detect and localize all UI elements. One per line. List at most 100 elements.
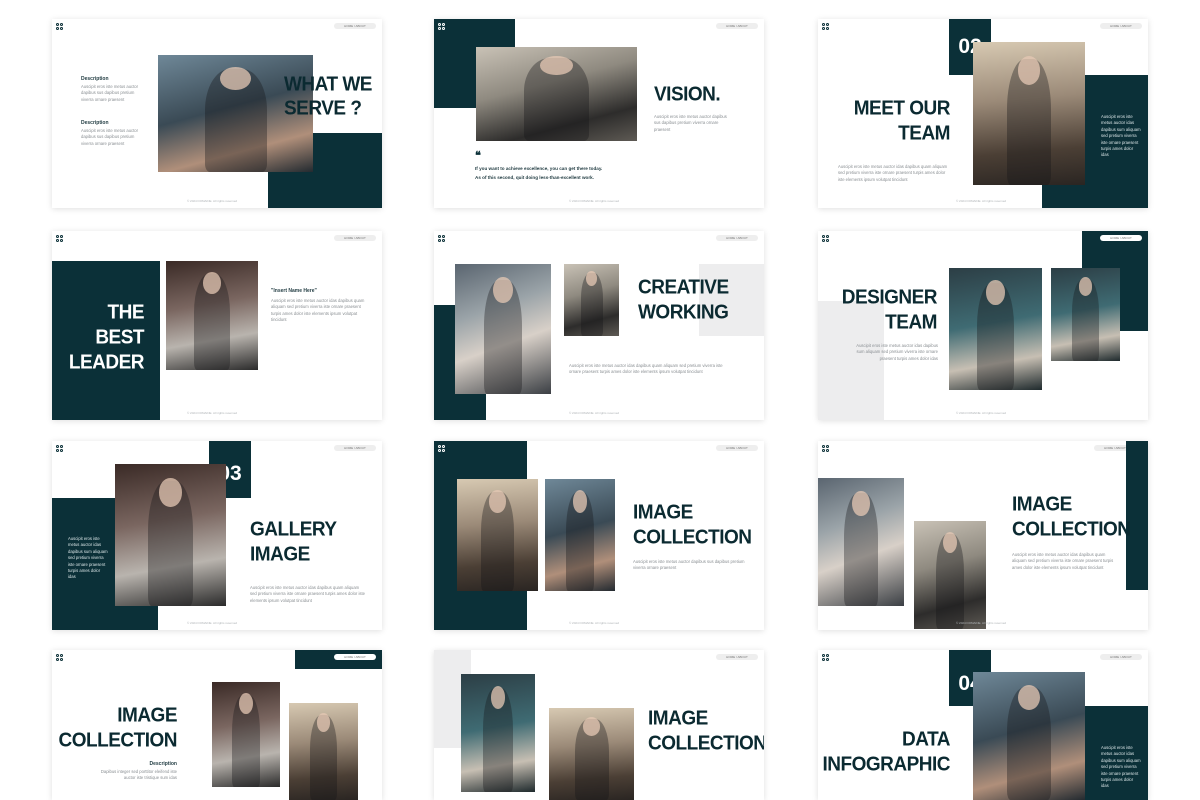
photo-woman-hat — [973, 672, 1085, 800]
photo-woman-blonde — [564, 264, 619, 336]
slide-title: COLLECTION — [633, 526, 752, 549]
quote-line: If you want to achieve excellence, you c… — [475, 166, 603, 171]
slide-title: LEADER — [68, 351, 145, 374]
desc-text: Dapibus integer sed porttitor eleifend i… — [100, 769, 177, 781]
slide-title: TEAM — [885, 311, 937, 334]
desc-text: Auscipit eros iste metus auctor dapibus … — [81, 128, 139, 146]
logo-icon — [438, 235, 446, 243]
slide-title: WHAT WE — [284, 73, 372, 96]
photo-woman-curly — [457, 479, 538, 591]
slide-title: DESIGNER — [841, 286, 938, 309]
nav-pill[interactable]: HOME / ABOUT — [1100, 235, 1142, 241]
quote-line: As of this second, quit doing less-than-… — [475, 175, 594, 180]
slide-title: IMAGE — [250, 543, 310, 566]
photo-woman-green-suit — [461, 674, 535, 792]
nav-pill[interactable]: HOME / ABOUT — [1100, 654, 1142, 660]
slide-what-we-serve[interactable]: HOME / ABOUT Description Auscipit eros i… — [52, 19, 382, 208]
footer: © 2024 DOMAINE. All rights reserved — [569, 199, 620, 203]
slide-title: SERVE ? — [284, 97, 362, 120]
body-text: Auscipit eros iste metus auctor idas dap… — [569, 363, 723, 375]
photo-woman-headband — [455, 264, 551, 394]
body-text: Auscipit eros iste metus auctor dapibus … — [654, 114, 727, 132]
photo-team — [973, 42, 1085, 185]
logo-icon — [56, 235, 64, 243]
logo-icon — [822, 23, 830, 31]
logo-icon — [822, 445, 830, 453]
slide-title: TEAM — [898, 122, 950, 145]
name-label: "Insert Name Here" — [271, 288, 317, 294]
footer: © 2024 DOMAINE. All rights reserved — [956, 199, 1007, 203]
side-text: Auscipit eros iste metus auctor idas dap… — [68, 536, 108, 580]
nav-pill[interactable]: HOME / ABOUT — [334, 445, 376, 451]
footer: © 2024 DOMAINE. All rights reserved — [187, 411, 238, 415]
side-text: Auscipit eros iste metus auctor idas dap… — [1101, 745, 1141, 789]
slide-creative-working[interactable]: HOME / ABOUT CREATIVE WORKING Auscipit e… — [434, 231, 764, 420]
slide-title: COLLECTION — [1012, 518, 1131, 541]
slide-title: CREATIVE — [638, 276, 729, 299]
photo-woman-coat — [289, 703, 358, 800]
nav-pill[interactable]: HOME / ABOUT — [716, 654, 758, 660]
body-text: Auscipit eros iste metus auctor idas dap… — [250, 585, 365, 603]
nav-pill[interactable]: HOME / ABOUT — [716, 235, 758, 241]
logo-icon — [822, 235, 830, 243]
nav-pill[interactable]: HOME / ABOUT — [334, 23, 376, 29]
side-text: Auscipit eros iste metus auctor idas dap… — [1101, 114, 1141, 158]
photo-woman-street — [549, 708, 634, 800]
slide-image-collection-d[interactable]: HOME / ABOUT IMAGE COLLECTION — [434, 650, 764, 800]
slide-title: IMAGE — [117, 704, 177, 727]
footer: © 2024 DOMAINE. All rights reserved — [956, 411, 1007, 415]
logo-icon — [56, 654, 64, 662]
desc-text: Auscipit eros iste metus auctor dapibus … — [81, 84, 139, 102]
body-text: Auscipit eros iste metus auctor idas dap… — [1012, 552, 1114, 570]
body-text: Auscipit eros iste metus auctor idas dap… — [838, 164, 948, 182]
nav-pill[interactable]: HOME / ABOUT — [1100, 23, 1142, 29]
photo-woman-vest — [115, 464, 226, 606]
slide-title: IMAGE — [1012, 493, 1072, 516]
logo-icon — [822, 654, 830, 662]
logo-icon — [56, 23, 64, 31]
slide-vision[interactable]: HOME / ABOUT VISION. Auscipit eros iste … — [434, 19, 764, 208]
body-text: Auscipit eros iste metus auctor dapibus … — [633, 559, 745, 571]
nav-pill[interactable]: HOME / ABOUT — [716, 23, 758, 29]
photo-leader — [166, 261, 258, 370]
slide-meet-our-team[interactable]: HOME / ABOUT 02 MEET OUR TEAM Auscipit e… — [818, 19, 1148, 208]
footer: © 2024 DOMAINE. All rights reserved — [187, 621, 238, 625]
slide-image-collection-c[interactable]: HOME / ABOUT IMAGE COLLECTION Descriptio… — [52, 650, 382, 800]
photo-woman-chair — [818, 478, 904, 606]
logo-icon — [438, 23, 446, 31]
slide-title: DATA — [902, 728, 950, 751]
slide-title: INFOGRAPHIC — [822, 753, 951, 776]
slide-title: MEET OUR — [853, 97, 951, 120]
photo-woman-teal — [1051, 268, 1120, 361]
slide-title: IMAGE — [633, 501, 693, 524]
footer: © 2024 DOMAINE. All rights reserved — [187, 199, 238, 203]
body-text: Auscipit eros iste metus auctor idas dap… — [271, 298, 365, 323]
desc-label: Description — [81, 76, 109, 82]
nav-pill[interactable]: HOME / ABOUT — [716, 445, 758, 451]
nav-pill[interactable]: HOME / ABOUT — [334, 654, 376, 660]
logo-icon — [438, 445, 446, 453]
photo-woman-hoodie — [476, 47, 637, 141]
photo-woman-walking — [914, 521, 986, 629]
footer: © 2024 DOMAINE. All rights reserved — [569, 411, 620, 415]
slide-title: VISION. — [654, 83, 721, 106]
slide-the-best-leader[interactable]: HOME / ABOUT THE BEST LEADER "Insert Nam… — [52, 231, 382, 420]
body-text: Auscipit eros iste metus auctor idas dap… — [856, 343, 938, 361]
slide-title: BEST — [95, 326, 144, 349]
photo-woman-tower — [545, 479, 615, 591]
quote-icon: ❝ — [475, 150, 481, 162]
photo-woman-leather — [212, 682, 280, 787]
desc-label: Description — [81, 120, 109, 126]
slide-data-infographic[interactable]: HOME / ABOUT 04 DATA INFOGRAPHIC Auscipi… — [818, 650, 1148, 800]
slide-title: COLLECTION — [648, 732, 764, 755]
slide-image-collection-b[interactable]: HOME / ABOUT IMAGE COLLECTION Auscipit e… — [818, 441, 1148, 630]
slide-gallery-image[interactable]: HOME / ABOUT 03 Auscipit eros iste metus… — [52, 441, 382, 630]
slide-title: WORKING — [638, 301, 729, 324]
slide-image-collection-a[interactable]: HOME / ABOUT IMAGE COLLECTION Auscipit e… — [434, 441, 764, 630]
nav-pill[interactable]: HOME / ABOUT — [334, 235, 376, 241]
slide-title: COLLECTION — [58, 729, 178, 752]
slide-designer-team[interactable]: HOME / ABOUT DESIGNER TEAM Auscipit eros… — [818, 231, 1148, 420]
slide-title: GALLERY — [250, 518, 337, 541]
desc-label: Description — [149, 761, 177, 767]
logo-icon — [56, 445, 64, 453]
